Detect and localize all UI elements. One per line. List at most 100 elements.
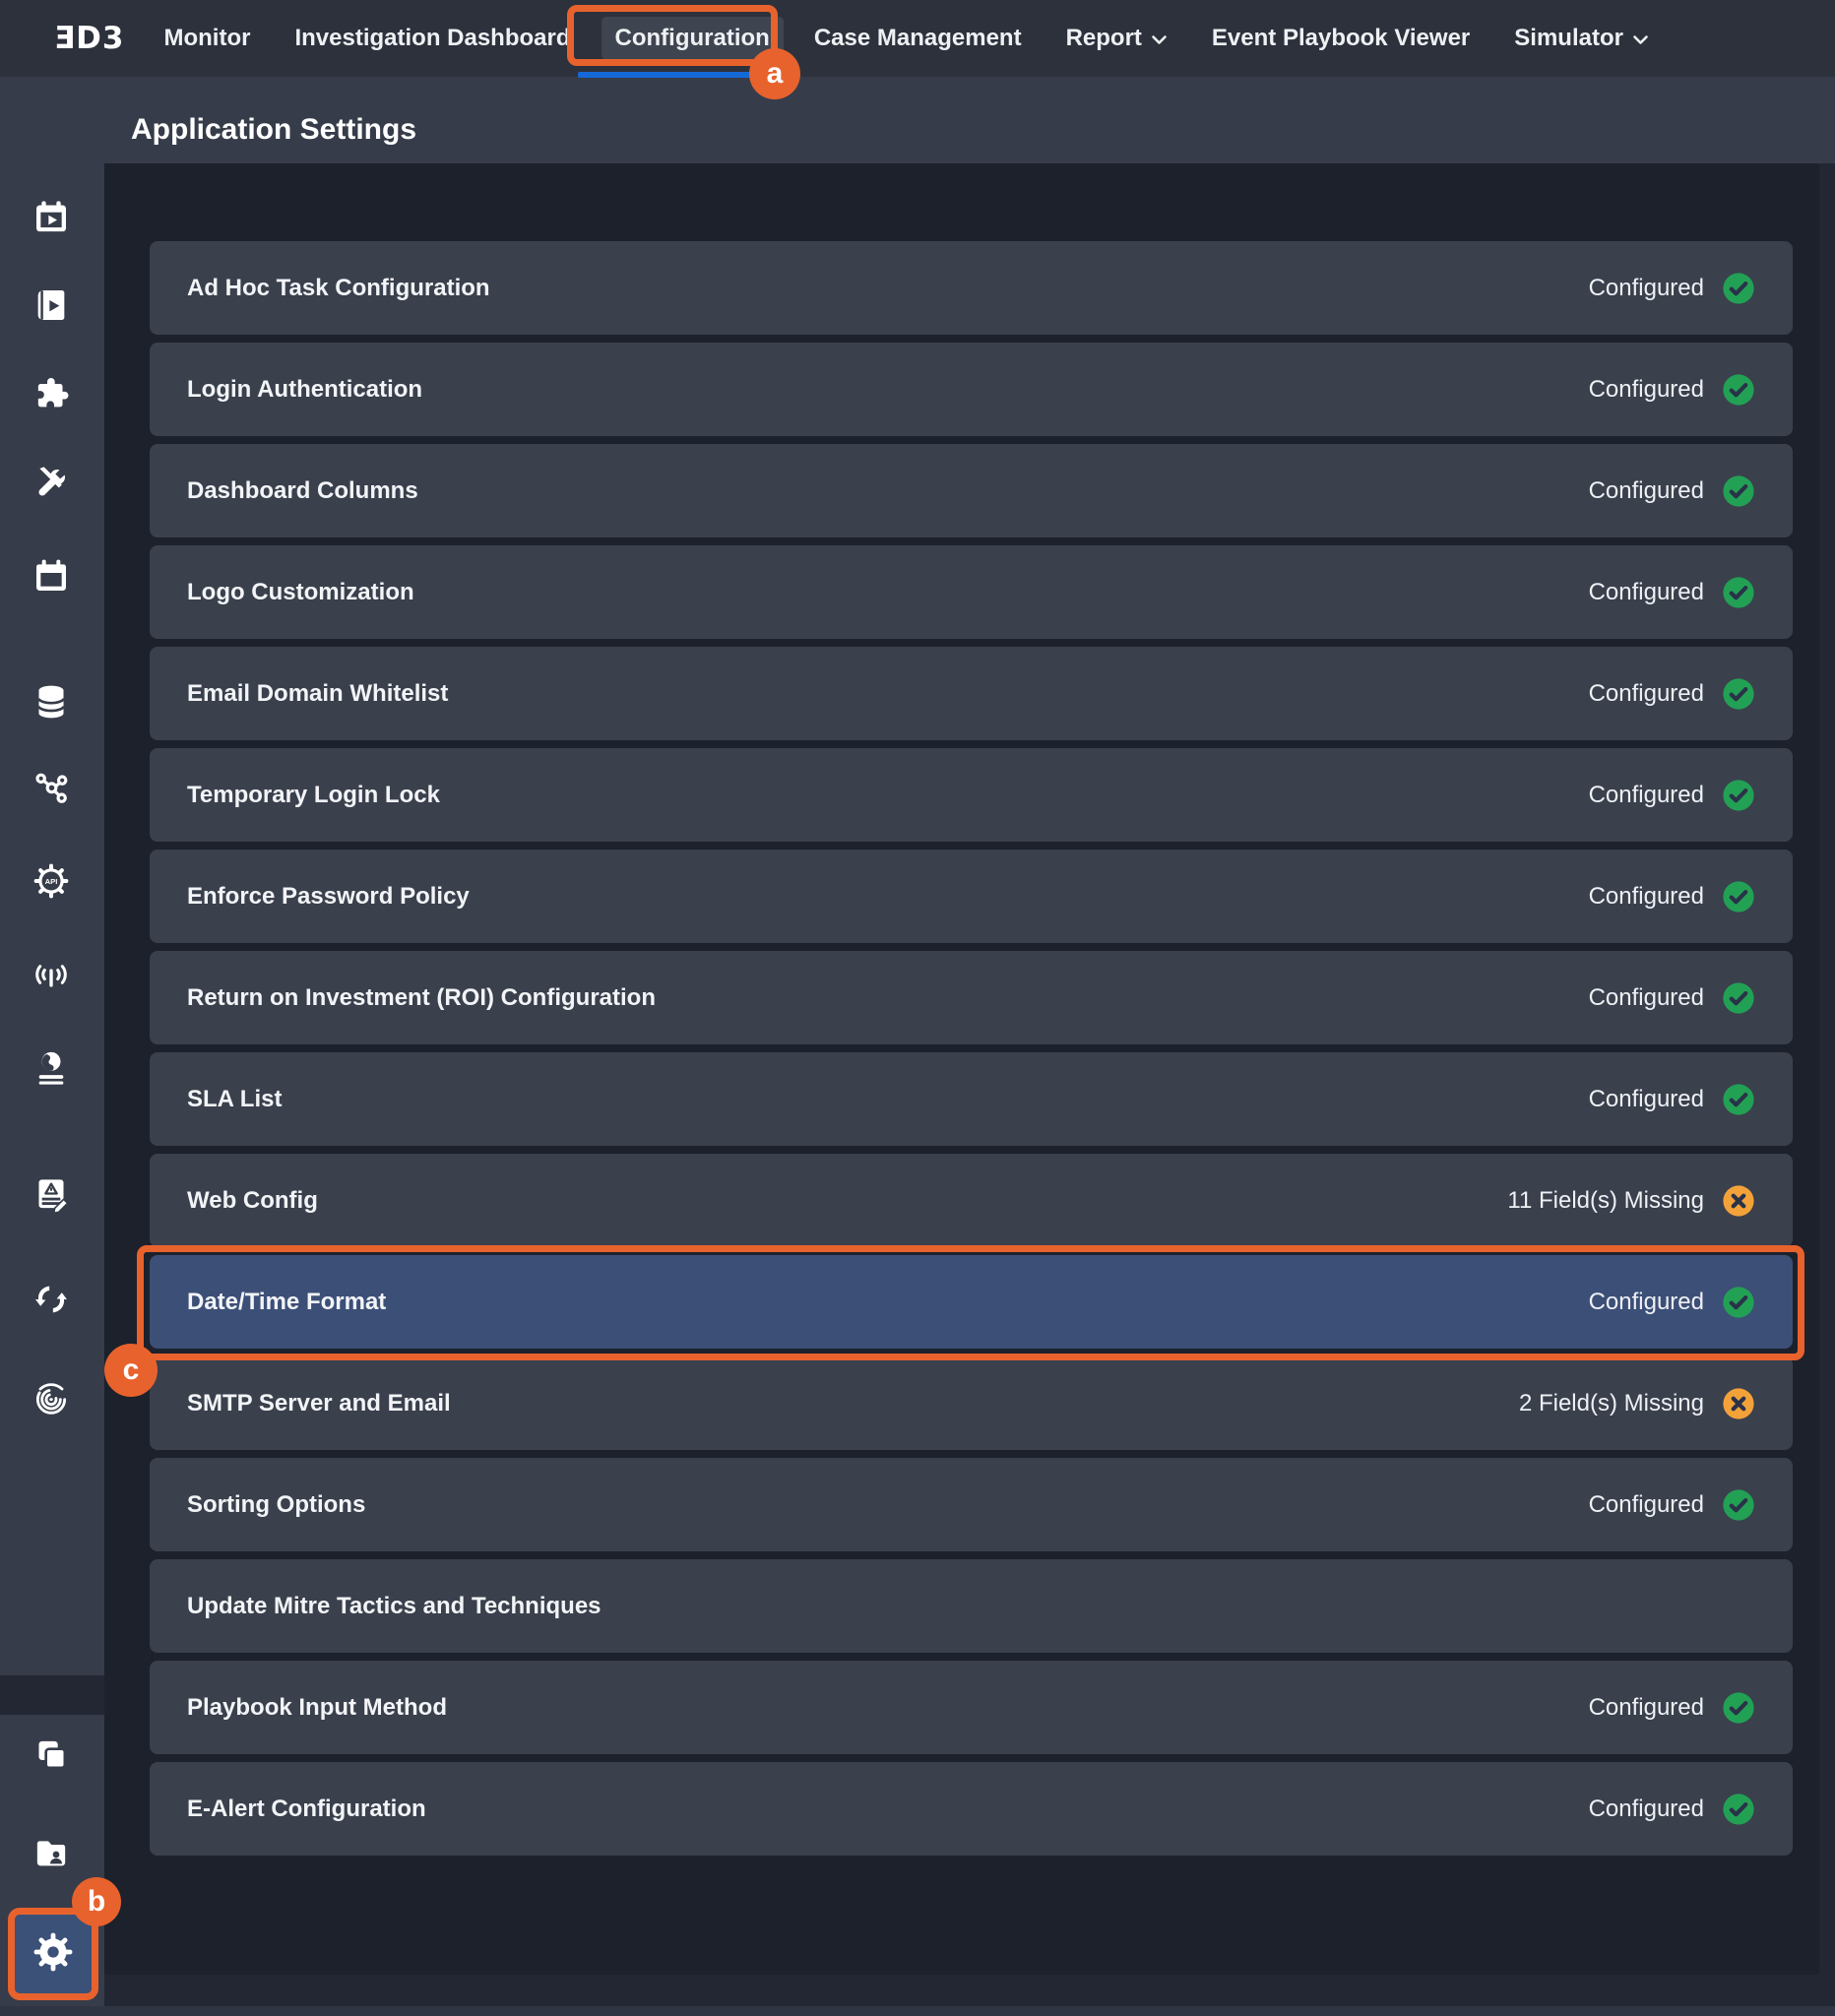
- settings-row-label: Temporary Login Lock: [187, 782, 440, 809]
- settings-row-smtp-server-and-email[interactable]: SMTP Server and Email2 Field(s) Missing: [150, 1356, 1793, 1450]
- status-text: Configured: [1589, 984, 1704, 1012]
- nav-item-report[interactable]: Report: [1066, 25, 1168, 52]
- check-circle-icon: [1722, 1691, 1755, 1725]
- status-text: Configured: [1589, 1491, 1704, 1519]
- link-analysis-icon[interactable]: [32, 768, 71, 807]
- top-nav: ƎD3 Monitor Investigation Dashboard Config…: [0, 0, 1835, 77]
- chevron-down-icon: [1151, 34, 1168, 45]
- settings-row-label: Web Config: [187, 1187, 318, 1215]
- row-status: Configured: [1589, 272, 1755, 305]
- settings-row-enforce-password-policy[interactable]: Enforce Password Policy Configured: [150, 850, 1793, 943]
- settings-row-label: SMTP Server and Email: [187, 1390, 451, 1418]
- d3-logo[interactable]: ƎD3: [54, 21, 124, 56]
- check-circle-icon: [1722, 677, 1755, 711]
- status-text: Configured: [1589, 376, 1704, 404]
- check-circle-icon: [1722, 373, 1755, 407]
- scheduled-playbook-icon[interactable]: [32, 198, 71, 237]
- settings-row-label: Sorting Options: [187, 1491, 365, 1519]
- nav-item-case-management[interactable]: Case Management: [814, 25, 1022, 52]
- row-status: Configured: [1589, 474, 1755, 508]
- row-status: Configured: [1589, 1488, 1755, 1522]
- check-circle-icon: [1722, 981, 1755, 1015]
- settings-row-label: Email Domain Whitelist: [187, 680, 448, 708]
- check-circle-icon: [1722, 880, 1755, 914]
- settings-row-label: Login Authentication: [187, 376, 422, 404]
- status-text: Configured: [1589, 680, 1704, 708]
- status-text: Configured: [1589, 782, 1704, 809]
- page-title: Application Settings: [131, 113, 416, 147]
- row-status: Configured: [1589, 1083, 1755, 1116]
- active-tab-underline: [578, 72, 775, 78]
- settings-row-label: Return on Investment (ROI) Configuration: [187, 984, 656, 1012]
- check-circle-icon: [1722, 779, 1755, 812]
- nav-item-label: Monitor: [163, 25, 250, 52]
- status-text: Configured: [1589, 1796, 1704, 1823]
- nav-item-label: Configuration: [615, 25, 770, 52]
- settings-row-web-config[interactable]: Web Config11 Field(s) Missing: [150, 1154, 1793, 1247]
- settings-row-sla-list[interactable]: SLA List Configured: [150, 1052, 1793, 1146]
- status-text: Configured: [1589, 883, 1704, 911]
- chevron-down-icon: [1632, 34, 1649, 45]
- settings-row-playbook-input-method[interactable]: Playbook Input Method Configured: [150, 1661, 1793, 1754]
- svg-text:API: API: [45, 877, 58, 886]
- nav-item-label: Investigation Dashboard: [294, 25, 570, 52]
- settings-row-sorting-options[interactable]: Sorting Options Configured: [150, 1458, 1793, 1551]
- row-status: Configured: [1589, 981, 1755, 1015]
- settings-row-login-authentication[interactable]: Login Authentication Configured: [150, 343, 1793, 436]
- settings-row-dashboard-columns[interactable]: Dashboard Columns Configured: [150, 444, 1793, 537]
- status-text: Configured: [1589, 1694, 1704, 1722]
- copy-icon[interactable]: [32, 1735, 71, 1775]
- settings-row-ad-hoc-task-configuration[interactable]: Ad Hoc Task ConfigurationConfigured: [150, 241, 1793, 335]
- data-management-icon[interactable]: [32, 682, 71, 722]
- settings-row-label: Date/Time Format: [187, 1289, 386, 1316]
- playbook-library-icon[interactable]: [32, 285, 71, 325]
- utility-commands-icon[interactable]: [32, 463, 71, 502]
- row-status: Configured: [1589, 373, 1755, 407]
- calendar-icon[interactable]: [32, 556, 71, 596]
- row-status: Configured: [1589, 880, 1755, 914]
- settings-row-label: SLA List: [187, 1086, 282, 1113]
- integrations-icon[interactable]: [32, 374, 71, 413]
- broadcast-icon[interactable]: [32, 955, 71, 994]
- settings-row-logo-customization[interactable]: Logo Customization Configured: [150, 545, 1793, 639]
- check-circle-icon: [1722, 1488, 1755, 1522]
- application-settings-gear-button[interactable]: [15, 1915, 92, 1993]
- check-circle-icon: [1722, 1793, 1755, 1826]
- row-status: Configured: [1589, 1286, 1755, 1319]
- nav-item-configuration[interactable]: Configuration: [601, 17, 784, 60]
- check-circle-icon: [1722, 474, 1755, 508]
- settings-row-update-mitre-tactics-and-techniques[interactable]: Update Mitre Tactics and Techniques: [150, 1559, 1793, 1653]
- status-text: Configured: [1589, 1289, 1704, 1316]
- nav-item-event-playbook-viewer[interactable]: Event Playbook Viewer: [1212, 25, 1470, 52]
- settings-row-return-on-investment-roi-configuration[interactable]: Return on Investment (ROI) Configuration…: [150, 951, 1793, 1044]
- row-status: Configured: [1589, 779, 1755, 812]
- check-circle-icon: [1722, 1286, 1755, 1319]
- incident-form-icon[interactable]: [32, 1174, 71, 1214]
- x-circle-icon: [1722, 1387, 1755, 1420]
- sidebar-main: API: [0, 163, 104, 1675]
- geolocation-icon[interactable]: [32, 1048, 71, 1088]
- settings-row-date-time-format[interactable]: Date/Time Format Configured: [150, 1255, 1793, 1349]
- bottom-bar: [0, 2006, 1835, 2016]
- check-circle-icon: [1722, 576, 1755, 609]
- settings-row-label: Logo Customization: [187, 579, 414, 606]
- api-settings-icon[interactable]: API: [32, 861, 71, 901]
- fingerprint-icon[interactable]: [32, 1378, 71, 1418]
- check-circle-icon: [1722, 1083, 1755, 1116]
- nav-item-monitor[interactable]: Monitor: [163, 25, 250, 52]
- status-text: Configured: [1589, 477, 1704, 505]
- settings-row-label: Playbook Input Method: [187, 1694, 447, 1722]
- settings-row-temporary-login-lock[interactable]: Temporary Login Lock Configured: [150, 748, 1793, 842]
- settings-row-label: Dashboard Columns: [187, 477, 418, 505]
- settings-row-label: Enforce Password Policy: [187, 883, 470, 911]
- settings-row-e-alert-configuration[interactable]: E-Alert ConfigurationConfigured: [150, 1762, 1793, 1856]
- status-text: Configured: [1589, 579, 1704, 606]
- row-status: Configured: [1589, 1691, 1755, 1725]
- main-menu: Monitor Investigation Dashboard Configurat…: [163, 25, 1648, 52]
- nav-item-investigation-dashboard[interactable]: Investigation Dashboard: [294, 25, 570, 52]
- settings-gear-icon: [32, 1930, 75, 1979]
- settings-row-email-domain-whitelist[interactable]: Email Domain Whitelist Configured: [150, 647, 1793, 740]
- user-folder-icon[interactable]: [32, 1833, 71, 1872]
- sync-icon[interactable]: [32, 1280, 71, 1319]
- nav-item-simulator[interactable]: Simulator: [1514, 25, 1649, 52]
